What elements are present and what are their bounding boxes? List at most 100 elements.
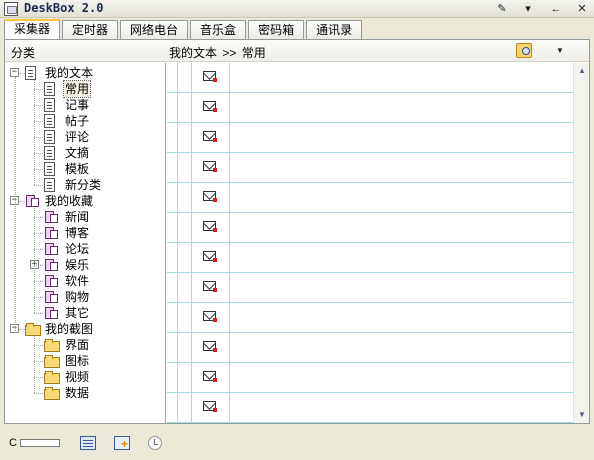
tree-item-1-4[interactable]: 软件 (5, 273, 165, 289)
scroll-up-button[interactable]: ▲ (574, 63, 590, 79)
tab-2[interactable]: 网络电台 (120, 20, 189, 39)
keyboard-icon[interactable] (80, 436, 96, 450)
tab-3[interactable]: 音乐盒 (190, 20, 247, 39)
mail-icon[interactable] (203, 131, 217, 142)
status-bar: C (0, 428, 594, 460)
tree-item-label: 文摘 (65, 146, 90, 160)
mail-icon[interactable] (203, 101, 217, 112)
vertical-scrollbar[interactable]: ▲ ▼ (573, 63, 589, 423)
breadcrumb-separator: >> (222, 46, 237, 60)
tree-item-0-3[interactable]: 评论 (5, 129, 165, 145)
favorite-page-icon (44, 210, 58, 224)
mail-icon[interactable] (203, 221, 217, 232)
grid-row[interactable] (167, 303, 573, 333)
grid-row[interactable] (167, 213, 573, 243)
tree-item-0-4[interactable]: 文摘 (5, 145, 165, 161)
tree-connector (34, 336, 35, 393)
tree-item-1-6[interactable]: 其它 (5, 305, 165, 321)
menu-down-icon[interactable]: ▾ (520, 1, 536, 17)
tree-item-1-5[interactable]: 购物 (5, 289, 165, 305)
grid-row[interactable] (167, 63, 573, 93)
tree-item-1-2[interactable]: 论坛 (5, 241, 165, 257)
grid-row[interactable] (167, 183, 573, 213)
tree-item-0-0[interactable]: 常用 (5, 80, 165, 98)
mail-icon[interactable] (203, 161, 217, 172)
tree-item-0-1[interactable]: 记事 (5, 97, 165, 113)
pin-icon[interactable]: ✎ (494, 1, 510, 17)
grid-row[interactable] (167, 393, 573, 423)
tree-connector (34, 233, 43, 234)
tree-item-label: 新分类 (65, 178, 102, 192)
tree-item-2-0[interactable]: 界面 (5, 337, 165, 353)
breadcrumb-root[interactable]: 我的文本 (169, 46, 217, 60)
favorite-page-icon (25, 194, 39, 208)
grid-row[interactable] (167, 93, 573, 123)
mail-icon[interactable] (203, 71, 217, 82)
minimize-icon[interactable]: ← (548, 1, 564, 17)
tree-item-1-3[interactable]: + 娱乐 (5, 257, 165, 273)
tree-item-label: 购物 (65, 290, 90, 304)
document-icon (44, 114, 55, 128)
favorite-page-icon (44, 242, 58, 256)
tree-item-0-5[interactable]: 模板 (5, 161, 165, 177)
tree-group-label: 我的文本 (45, 66, 94, 80)
folder-icon (44, 354, 60, 368)
title-bar: DeskBox 2.0 ✎ ▾ ← ✕ (0, 0, 594, 18)
folder-icon (44, 386, 60, 400)
tree-group-2[interactable]: − 我的截图 (5, 321, 165, 337)
tree-item-label: 软件 (65, 274, 90, 288)
document-icon (44, 162, 55, 176)
tree-item-1-1[interactable]: 博客 (5, 225, 165, 241)
tree-connector (34, 265, 43, 266)
tree-group-0[interactable]: − 我的文本 (5, 65, 165, 81)
grid-row[interactable] (167, 153, 573, 183)
tab-4[interactable]: 密码箱 (248, 20, 305, 39)
tab-1[interactable]: 定时器 (62, 20, 119, 39)
mail-icon[interactable] (203, 281, 217, 292)
chevron-down-icon[interactable]: ▼ (553, 43, 567, 58)
tree-connector (34, 89, 43, 90)
mail-icon[interactable] (203, 341, 217, 352)
scroll-down-button[interactable]: ▼ (574, 407, 590, 423)
breadcrumb: 我的文本 >> 常用 (169, 44, 268, 61)
tree-item-label: 新闻 (65, 210, 90, 224)
mail-icon[interactable] (203, 311, 217, 322)
collapse-icon[interactable]: − (10, 68, 19, 77)
grid-row[interactable] (167, 363, 573, 393)
mail-icon[interactable] (203, 191, 217, 202)
mail-icon[interactable] (203, 371, 217, 382)
mail-icon[interactable] (203, 401, 217, 412)
tree-connector (34, 121, 43, 122)
favorite-page-icon (44, 274, 58, 288)
tree-item-2-3[interactable]: 数据 (5, 385, 165, 401)
clock-icon[interactable] (148, 436, 162, 450)
tree-item-2-2[interactable]: 视频 (5, 369, 165, 385)
tree-connector (34, 297, 43, 298)
tree-group-1[interactable]: − 我的收藏 (5, 193, 165, 209)
search-icon[interactable] (516, 43, 532, 58)
tree-item-0-2[interactable]: 帖子 (5, 113, 165, 129)
tree-item-2-1[interactable]: 图标 (5, 353, 165, 369)
grid-row[interactable] (167, 123, 573, 153)
tree-connector (15, 77, 16, 333)
content-grid (167, 63, 573, 423)
add-item-icon[interactable] (114, 436, 130, 450)
tree-connector (20, 201, 25, 202)
tree-group-label: 我的收藏 (45, 194, 94, 208)
tree-item-label: 娱乐 (65, 258, 90, 272)
progress-bar (20, 439, 60, 447)
mail-icon[interactable] (203, 251, 217, 262)
grid-row[interactable] (167, 243, 573, 273)
tab-5[interactable]: 通讯录 (306, 20, 363, 39)
tree-item-1-0[interactable]: 新闻 (5, 209, 165, 225)
tree-connector (20, 329, 25, 330)
tree-connector (34, 169, 43, 170)
grid-row[interactable] (167, 333, 573, 363)
tab-0[interactable]: 采集器 (4, 19, 61, 39)
tree-item-0-6[interactable]: 新分类 (5, 177, 165, 193)
tree-item-label: 记事 (65, 98, 90, 112)
grid-row[interactable] (167, 273, 573, 303)
tree-item-label: 评论 (65, 130, 90, 144)
tree-item-label: 图标 (65, 354, 90, 368)
close-icon[interactable]: ✕ (574, 1, 590, 17)
